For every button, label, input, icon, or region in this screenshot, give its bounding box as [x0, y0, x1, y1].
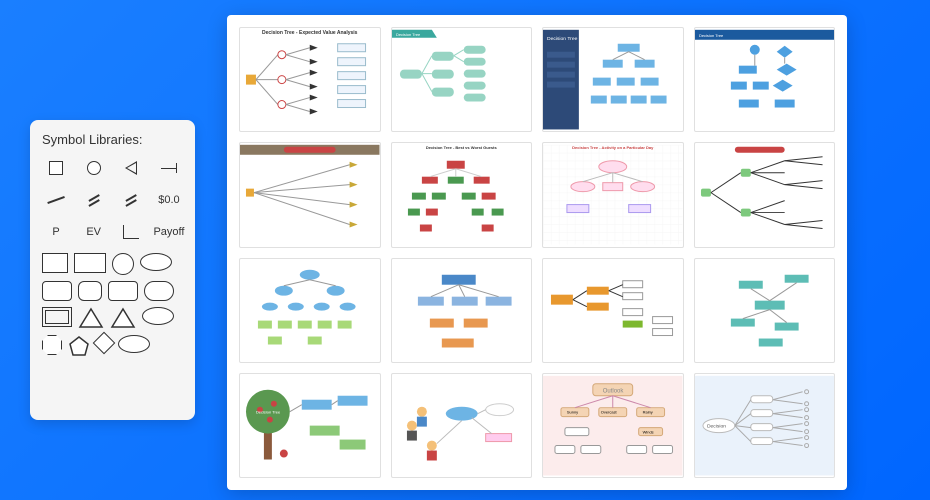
shape-row-3 — [42, 307, 183, 329]
triangle-shape[interactable] — [78, 307, 104, 329]
rect-wide-shape[interactable] — [74, 253, 106, 273]
svg-text:Winds: Winds — [643, 429, 654, 434]
ellipse2-shape[interactable] — [142, 307, 174, 325]
square-symbol[interactable] — [42, 159, 70, 177]
pill-shape[interactable] — [144, 281, 174, 301]
dollar-symbol[interactable]: $0.0 — [155, 191, 183, 209]
template-brown-horizontal[interactable] — [239, 142, 381, 247]
ev-symbol[interactable]: EV — [80, 223, 108, 241]
round-rect-sm-shape[interactable] — [78, 281, 102, 301]
payoff-symbol[interactable]: Payoff — [155, 223, 183, 241]
nested-rect-shape[interactable] — [42, 307, 72, 327]
templates-grid: Decision Tree - Expected Value Analysis … — [227, 15, 847, 490]
symbol-row-1 — [42, 157, 183, 179]
triangle2-shape[interactable] — [110, 307, 136, 329]
line-symbol[interactable] — [155, 159, 183, 177]
circle-symbol[interactable] — [80, 159, 108, 177]
svg-text:Decision Tree: Decision Tree — [698, 33, 723, 38]
diag-line-symbol[interactable] — [42, 191, 70, 209]
shape-row-4 — [42, 335, 183, 357]
template-green-tree[interactable]: Decision Tree — [391, 27, 533, 132]
rect-shape[interactable] — [42, 253, 68, 273]
shape-row-1 — [42, 253, 183, 275]
template-outlook[interactable]: Outlook Sunny Overcast Rainy Winds — [542, 373, 684, 478]
template-decision-radial[interactable]: Decision — [694, 373, 836, 478]
template-people-map[interactable] — [391, 373, 533, 478]
triangle-left-symbol[interactable] — [117, 159, 145, 177]
svg-text:Decision: Decision — [706, 423, 725, 429]
template-orange-horizontal[interactable] — [542, 258, 684, 363]
ellipse-shape[interactable] — [140, 253, 172, 271]
template-red-green-tree[interactable]: Decision Tree - Best vs Worst Guests — [391, 142, 533, 247]
svg-text:Overcast: Overcast — [601, 409, 618, 414]
template-sidebar-blue[interactable]: Decision Tree — [542, 27, 684, 132]
template-activity-day[interactable]: Decision Tree - Activity on a Particular… — [542, 142, 684, 247]
pentagon-shape[interactable] — [68, 335, 90, 357]
template-blue-boxes[interactable] — [391, 258, 533, 363]
template-apple-tree[interactable]: Decision Tree — [239, 373, 381, 478]
bracket-symbol[interactable] — [117, 223, 145, 241]
shape-row-2 — [42, 281, 183, 301]
template-ev-analysis[interactable]: Decision Tree - Expected Value Analysis — [239, 27, 381, 132]
symbol-row-2: $0.0 — [42, 189, 183, 211]
svg-text:Decision Tree: Decision Tree — [256, 409, 281, 414]
circle-shape[interactable] — [112, 253, 134, 275]
svg-text:Rainy: Rainy — [643, 409, 653, 414]
p-symbol[interactable]: P — [42, 223, 70, 241]
round-rect-shape[interactable] — [42, 281, 72, 301]
palette-title: Symbol Libraries: — [42, 132, 183, 147]
round-rect2-shape[interactable] — [108, 281, 138, 301]
template-branching-right[interactable] — [694, 142, 836, 247]
symbol-libraries-panel: Symbol Libraries: $0.0 P EV Payoff — [30, 120, 195, 420]
dbl-line-symbol[interactable] — [80, 191, 108, 209]
outlook-title: Outlook — [603, 388, 624, 394]
octagon-shape[interactable] — [42, 335, 62, 355]
template-teal-branches[interactable] — [694, 258, 836, 363]
diamond-shape[interactable] — [93, 332, 116, 355]
svg-text:Decision Tree: Decision Tree — [547, 36, 578, 42]
dbl-line2-symbol[interactable] — [117, 191, 145, 209]
svg-text:Sunny: Sunny — [567, 409, 578, 414]
ellipse3-shape[interactable] — [118, 335, 150, 353]
svg-text:Decision Tree: Decision Tree — [395, 32, 420, 37]
template-blue-green-tree[interactable] — [239, 258, 381, 363]
symbol-row-3: P EV Payoff — [42, 221, 183, 243]
template-flowchart-blue[interactable]: Decision Tree — [694, 27, 836, 132]
